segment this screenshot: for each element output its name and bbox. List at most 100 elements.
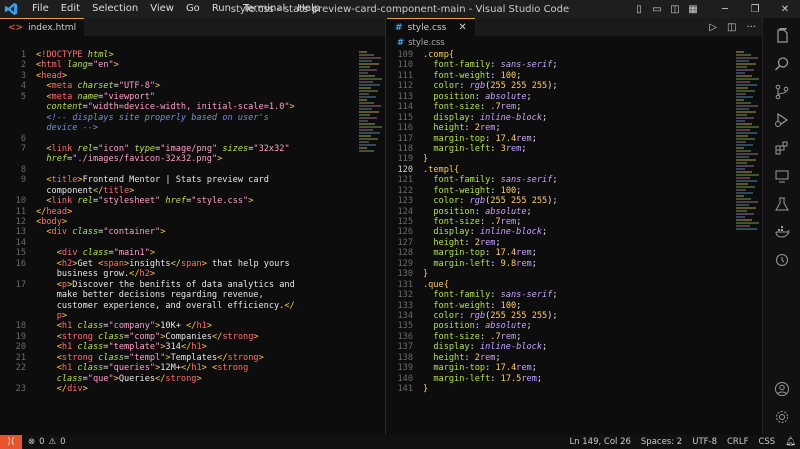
- code-line[interactable]: 110 font-family: sans-serif;: [387, 60, 736, 70]
- code-line[interactable]: 113 position: absolute;: [387, 92, 736, 102]
- code-line[interactable]: 130}: [387, 269, 736, 279]
- code-line[interactable]: 123 color: rgb(255 255 255);: [387, 196, 736, 206]
- layout-panel-icon[interactable]: ▭: [648, 0, 666, 18]
- code-line[interactable]: href="./images/favicon-32x32.png">: [0, 154, 359, 164]
- code-line[interactable]: 21 <strong class="templ">Templates</stro…: [0, 353, 359, 363]
- remote-indicator-icon[interactable]: ⟩⟨: [0, 435, 22, 449]
- testing-icon[interactable]: [763, 190, 800, 218]
- code-line[interactable]: 18 <h1 class="company">10K+ </h1>: [0, 321, 359, 331]
- notifications-bell-icon[interactable]: 🔔︎: [785, 437, 796, 447]
- code-line[interactable]: 118 margin-left: 3rem;: [387, 144, 736, 154]
- code-line[interactable]: 12 <body>: [0, 217, 359, 227]
- code-line[interactable]: 16 <h2>Get <span>insights</span> that he…: [0, 259, 359, 269]
- code-line[interactable]: 5 <meta name="viewport": [0, 92, 359, 102]
- code-line[interactable]: <!-- displays site properly based on use…: [0, 113, 359, 123]
- code-line[interactable]: 132 font-family: sans-serif;: [387, 290, 736, 300]
- code-line[interactable]: 133 font-weight: 100;: [387, 301, 736, 311]
- code-line[interactable]: 140 margin-left: 17.5rem;: [387, 374, 736, 384]
- code-line[interactable]: 1 <!DOCTYPE html>: [0, 50, 359, 60]
- code-line[interactable]: customer experience, and overall efficie…: [0, 301, 359, 311]
- code-line[interactable]: 119}: [387, 154, 736, 164]
- code-line[interactable]: 129 margin-left: 9.8rem;: [387, 259, 736, 269]
- search-icon[interactable]: [763, 50, 800, 78]
- minimap[interactable]: [736, 50, 762, 435]
- minimize-button[interactable]: ─: [710, 0, 740, 18]
- code-line[interactable]: 125 font-size: .7rem;: [387, 217, 736, 227]
- code-line[interactable]: 2 <html lang="en">: [0, 60, 359, 70]
- menu-selection[interactable]: Selection: [86, 0, 144, 18]
- breadcrumb[interactable]: # style.css: [387, 36, 762, 50]
- docker-icon[interactable]: [763, 218, 800, 246]
- code-line[interactable]: 6: [0, 134, 359, 144]
- code-line[interactable]: 139 margin-top: 17.4rem;: [387, 363, 736, 373]
- code-line[interactable]: 138 height: 2rem;: [387, 353, 736, 363]
- code-line[interactable]: 109 .comp{: [387, 50, 736, 60]
- code-line[interactable]: make better decisions regarding revenue,: [0, 290, 359, 300]
- code-line[interactable]: 10 <link rel="stylesheet" href="style.cs…: [0, 196, 359, 206]
- layout-sidebar-icon[interactable]: ▯: [630, 0, 648, 18]
- language-mode[interactable]: CSS: [758, 437, 775, 447]
- breadcrumb-file[interactable]: style.css: [408, 38, 445, 48]
- code-line[interactable]: 23 </div>: [0, 384, 359, 394]
- code-line[interactable]: device -->: [0, 123, 359, 133]
- split-editor-icon[interactable]: ◫: [727, 22, 736, 33]
- extensions-icon[interactable]: [763, 134, 800, 162]
- code-line[interactable]: 20 <h1 class="template">314</h1>: [0, 342, 359, 352]
- code-line[interactable]: 22 <h1 class="queries">12M+</h1> <strong: [0, 363, 359, 373]
- code-line[interactable]: 127 height: 2rem;: [387, 238, 736, 248]
- code-editor[interactable]: 1 <!DOCTYPE html> 2 <html lang="en"> 3 <head>…: [0, 50, 359, 435]
- run-debug-icon[interactable]: [763, 106, 800, 134]
- code-line[interactable]: 116 height: 2rem;: [387, 123, 736, 133]
- code-line[interactable]: 17 <p>Discover the benifits of data anal…: [0, 280, 359, 290]
- code-line[interactable]: 14: [0, 238, 359, 248]
- code-line[interactable]: 114 font-size: .7rem;: [387, 102, 736, 112]
- close-window-button[interactable]: ✕: [770, 0, 800, 18]
- code-line[interactable]: 117 margin-top: 17.4rem;: [387, 134, 736, 144]
- code-line[interactable]: 8: [0, 165, 359, 175]
- indentation[interactable]: Spaces: 2: [641, 437, 682, 447]
- code-line[interactable]: 115 display: inline-block;: [387, 113, 736, 123]
- maximize-button[interactable]: ❐: [740, 0, 770, 18]
- close-tab-icon[interactable]: ✕: [458, 22, 466, 33]
- git-history-icon[interactable]: [763, 246, 800, 274]
- code-line[interactable]: class="que">Queries</strong>: [0, 374, 359, 384]
- code-line[interactable]: business grow.</h2>: [0, 269, 359, 279]
- menu-view[interactable]: View: [144, 0, 180, 18]
- code-line[interactable]: 120 .templ{: [387, 165, 736, 175]
- layout-split-icon[interactable]: ◫: [666, 0, 684, 18]
- code-line[interactable]: 9 <title>Frontend Mentor | Stats preview…: [0, 175, 359, 185]
- code-line[interactable]: 134 color: rgb(255 255 255);: [387, 311, 736, 321]
- more-actions-icon[interactable]: ···: [746, 22, 756, 33]
- code-line[interactable]: 131 .que{: [387, 280, 736, 290]
- code-line[interactable]: component</title>: [0, 186, 359, 196]
- code-line[interactable]: 112 color: rgb(255 255 255);: [387, 81, 736, 91]
- code-line[interactable]: 111 font-weight: 100;: [387, 71, 736, 81]
- code-line[interactable]: 121 font-family: sans-serif;: [387, 175, 736, 185]
- code-line[interactable]: 7 <link rel="icon" type="image/png" size…: [0, 144, 359, 154]
- code-line[interactable]: 124 position: absolute;: [387, 207, 736, 217]
- code-line[interactable]: content="width=device-width, initial-sca…: [0, 102, 359, 112]
- tab-style-css[interactable]: # style.css ✕: [387, 18, 475, 36]
- encoding[interactable]: UTF-8: [692, 437, 717, 447]
- code-line[interactable]: 128 margin-top: 17.4rem;: [387, 248, 736, 258]
- code-line[interactable]: 141}: [387, 384, 736, 394]
- tab-index-html[interactable]: <> index.html: [0, 18, 85, 36]
- accounts-icon[interactable]: [763, 375, 800, 403]
- code-line[interactable]: 122 font-weight: 100;: [387, 186, 736, 196]
- code-line[interactable]: 4 <meta charset="UTF-8">: [0, 81, 359, 91]
- line-ending[interactable]: CRLF: [727, 437, 748, 447]
- code-line[interactable]: 11 </head>: [0, 207, 359, 217]
- code-line[interactable]: 3 <head>: [0, 71, 359, 81]
- run-icon[interactable]: ▷: [709, 22, 717, 33]
- code-line[interactable]: p>: [0, 311, 359, 321]
- code-line[interactable]: 13 <div class="container">: [0, 227, 359, 237]
- code-editor[interactable]: 109 .comp{110 font-family: sans-serif; 111…: [387, 50, 736, 435]
- code-line[interactable]: 15 <div class="main1">: [0, 248, 359, 258]
- settings-gear-icon[interactable]: [763, 403, 800, 431]
- code-line[interactable]: 135 position: absolute;: [387, 321, 736, 331]
- menu-terminal[interactable]: Terminal: [237, 0, 291, 18]
- menu-run[interactable]: Run: [206, 0, 237, 18]
- source-control-icon[interactable]: [763, 78, 800, 106]
- menu-go[interactable]: Go: [180, 0, 206, 18]
- remote-explorer-icon[interactable]: [763, 162, 800, 190]
